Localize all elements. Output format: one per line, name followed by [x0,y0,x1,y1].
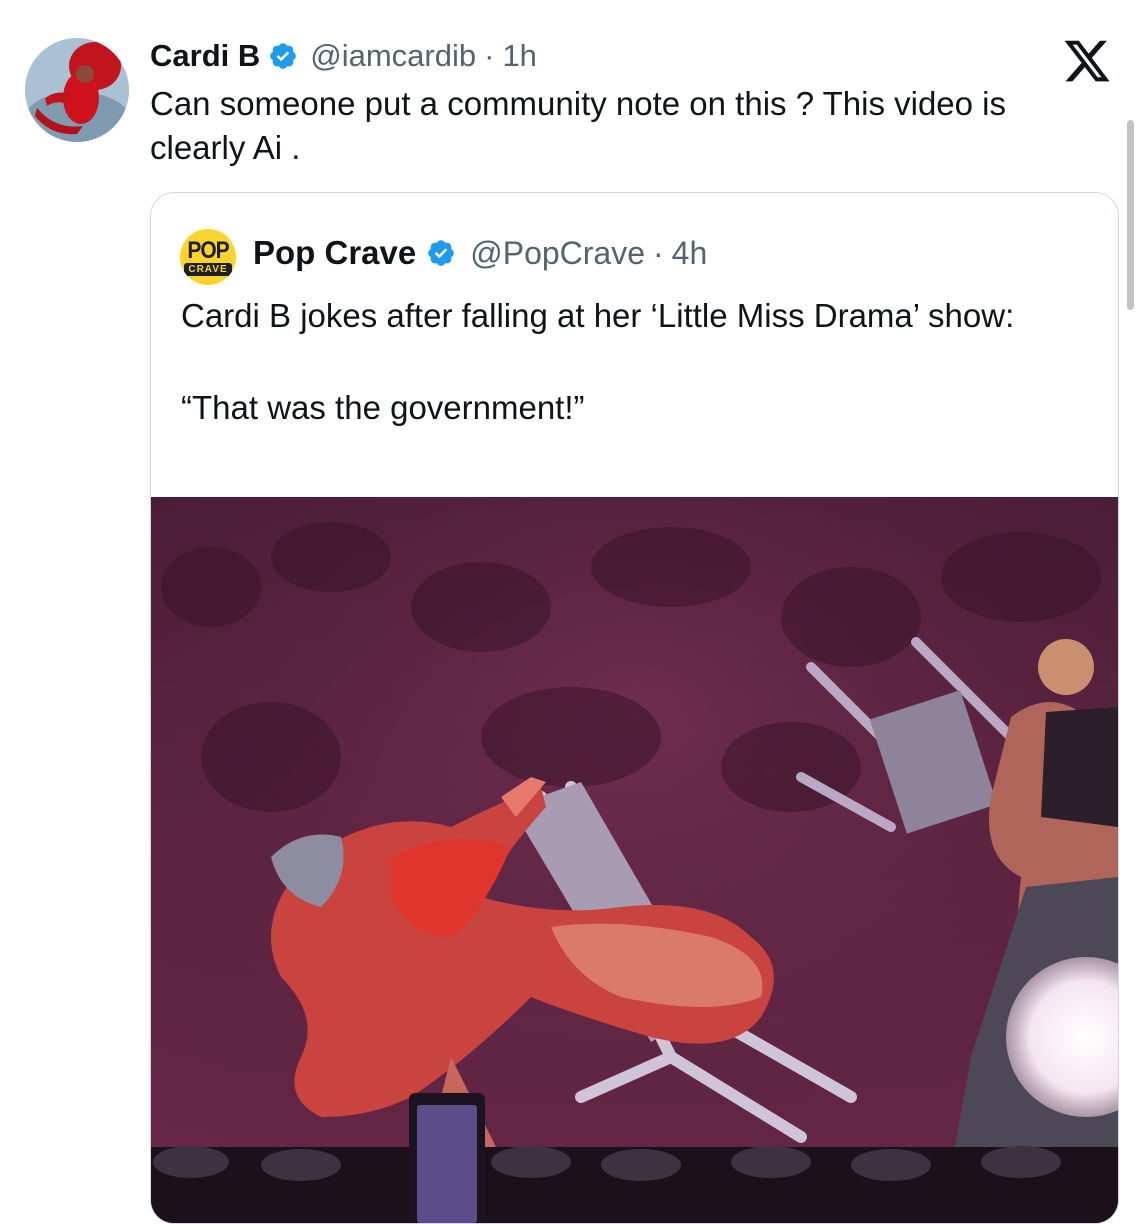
video-thumbnail[interactable] [151,497,1118,1223]
quoted-tweet-card[interactable]: POP CRAVE Pop Crave @PopCrave · 4h Cardi… [150,192,1119,1224]
scrollbar[interactable] [1127,120,1134,310]
quoted-author-avatar[interactable]: POP CRAVE [180,229,236,285]
pop-crave-logo-bottom: CRAVE [184,263,232,276]
video-thumbnail-icon [151,497,1118,1223]
quoted-tweet-text-line: Cardi B jokes after falling at her ‘Litt… [181,297,1015,334]
pop-crave-logo-top: POP [187,237,229,264]
author-handle[interactable]: @iamcardib [310,38,476,74]
tweet-text: Can someone put a community note on this… [150,85,1007,166]
tweet-timestamp[interactable]: 1h [502,38,536,74]
quoted-tweet-text: Cardi B jokes after falling at her ‘Litt… [181,293,1081,431]
separator-dot: · [484,38,495,73]
quoted-tweet-header: Pop Crave @PopCrave · 4h [253,231,707,275]
verified-badge-icon [426,238,456,268]
quoted-tweet-timestamp[interactable]: 4h [672,235,708,272]
tweet-header: Cardi B @iamcardib · 1h [150,36,537,76]
x-logo-icon[interactable] [1062,36,1112,86]
quoted-author-display-name[interactable]: Pop Crave [253,234,416,272]
separator-dot: · [653,234,664,271]
author-display-name[interactable]: Cardi B [150,38,260,74]
quoted-author-handle[interactable]: @PopCrave [470,235,645,272]
quoted-tweet-quote-line: “That was the government!” [181,389,585,426]
profile-photo-icon [25,38,129,142]
verified-badge-icon [268,41,298,71]
author-avatar[interactable] [25,38,129,142]
